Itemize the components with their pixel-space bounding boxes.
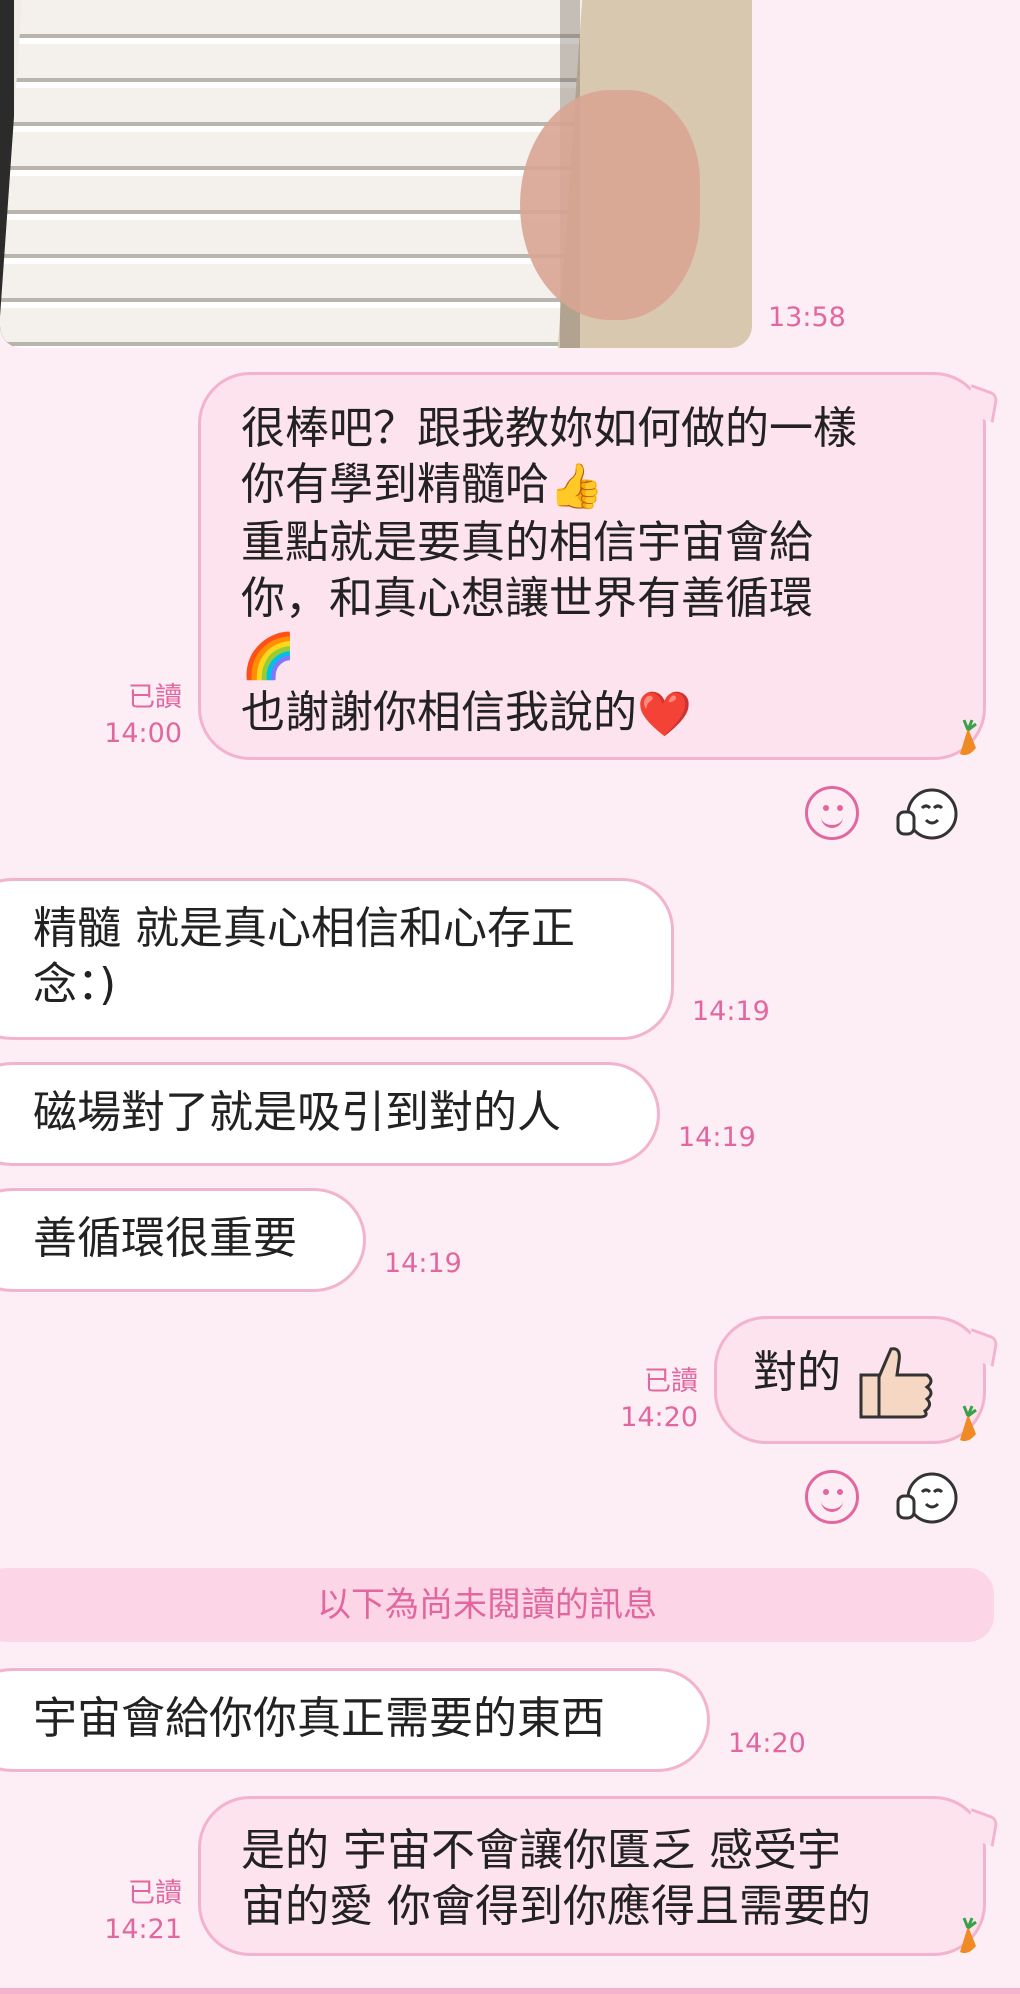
photo-content bbox=[520, 90, 700, 320]
message-text: 對的 bbox=[753, 1347, 841, 1398]
message-text-line: 🌈 bbox=[241, 627, 943, 685]
thumbs-up-icon bbox=[859, 1347, 933, 1419]
thumbs-up-character-icon[interactable] bbox=[896, 1470, 958, 1526]
incoming-message-bubble[interactable]: 精髓 就是真心相信和心存正 念：) bbox=[0, 878, 674, 1040]
read-label: 已讀 bbox=[128, 1878, 182, 1909]
bubble-tail bbox=[966, 1808, 999, 1847]
thumbs-up-emoji-icon: 👍 bbox=[549, 461, 604, 512]
message-text: 你，和真心想讓世界有善循環 bbox=[241, 573, 813, 624]
message-text: 精髓 就是真心相信和心存正 bbox=[33, 903, 575, 954]
message-time: 14:21 bbox=[104, 1914, 182, 1945]
read-label: 已讀 bbox=[128, 682, 182, 713]
thumbs-up-character-icon[interactable] bbox=[896, 786, 958, 842]
message-text: 重點就是要真的相信宇宙會給 bbox=[241, 517, 813, 568]
message-time: 14:19 bbox=[384, 1248, 462, 1279]
reaction-smiley-icon[interactable] bbox=[805, 786, 859, 840]
message-text: 善循環很重要 bbox=[33, 1213, 297, 1264]
unread-divider: 以下為尚未閱讀的訊息 bbox=[0, 1568, 994, 1642]
rainbow-emoji-icon: 🌈 bbox=[241, 631, 296, 682]
message-text: 你有學到精髓哈 bbox=[241, 459, 549, 510]
incoming-message-bubble[interactable]: 磁場對了就是吸引到對的人 bbox=[0, 1062, 660, 1166]
read-receipt: 已讀 14:00 bbox=[92, 680, 182, 752]
read-receipt: 已讀 14:20 bbox=[600, 1364, 698, 1436]
read-receipt: 已讀 14:21 bbox=[92, 1876, 182, 1948]
message-text-line: 你有學到精髓哈👍 bbox=[241, 457, 943, 515]
message-text: 宙的愛 你會得到你應得且需要的 bbox=[241, 1881, 871, 1932]
message-time: 13:58 bbox=[768, 302, 846, 333]
bubble-tail bbox=[966, 1328, 999, 1367]
photo-message[interactable] bbox=[0, 0, 752, 348]
message-text: 也謝謝你相信我說的 bbox=[241, 687, 637, 738]
reaction-smiley-icon[interactable] bbox=[805, 1470, 859, 1524]
message-text: 是的 宇宙不會讓你匱乏 感受宇 bbox=[241, 1825, 841, 1876]
message-time: 14:19 bbox=[678, 1122, 756, 1153]
message-time: 14:20 bbox=[620, 1402, 698, 1433]
message-text: 念：) bbox=[33, 959, 117, 1010]
message-time: 14:00 bbox=[104, 718, 182, 749]
photo-content bbox=[0, 0, 583, 348]
message-time: 14:20 bbox=[728, 1728, 806, 1759]
read-label: 已讀 bbox=[644, 1366, 698, 1397]
carrot-icon bbox=[960, 1405, 977, 1442]
heart-emoji-icon: ❤️ bbox=[637, 689, 692, 740]
message-text-line: 也謝謝你相信我說的❤️ bbox=[241, 685, 943, 743]
message-time: 14:19 bbox=[692, 996, 770, 1027]
outgoing-message-bubble[interactable]: 很棒吧？跟我教妳如何做的一樣 你有學到精髓哈👍 重點就是要真的相信宇宙會給 你，… bbox=[198, 372, 999, 760]
bottom-divider bbox=[0, 1988, 1020, 1994]
incoming-message-bubble[interactable]: 善循環很重要 bbox=[0, 1188, 366, 1292]
bubble-tail bbox=[966, 384, 999, 423]
carrot-icon bbox=[960, 1917, 977, 1954]
message-text: 宇宙會給你你真正需要的東西 bbox=[33, 1693, 605, 1744]
message-text: 磁場對了就是吸引到對的人 bbox=[33, 1087, 561, 1138]
outgoing-message-bubble[interactable]: 是的 宇宙不會讓你匱乏 感受宇 宙的愛 你會得到你應得且需要的 bbox=[198, 1796, 999, 1956]
message-text: 很棒吧？跟我教妳如何做的一樣 bbox=[241, 403, 857, 454]
outgoing-message-bubble[interactable]: 對的 bbox=[714, 1316, 999, 1444]
carrot-icon bbox=[960, 719, 977, 756]
incoming-message-bubble[interactable]: 宇宙會給你你真正需要的東西 bbox=[0, 1668, 710, 1772]
